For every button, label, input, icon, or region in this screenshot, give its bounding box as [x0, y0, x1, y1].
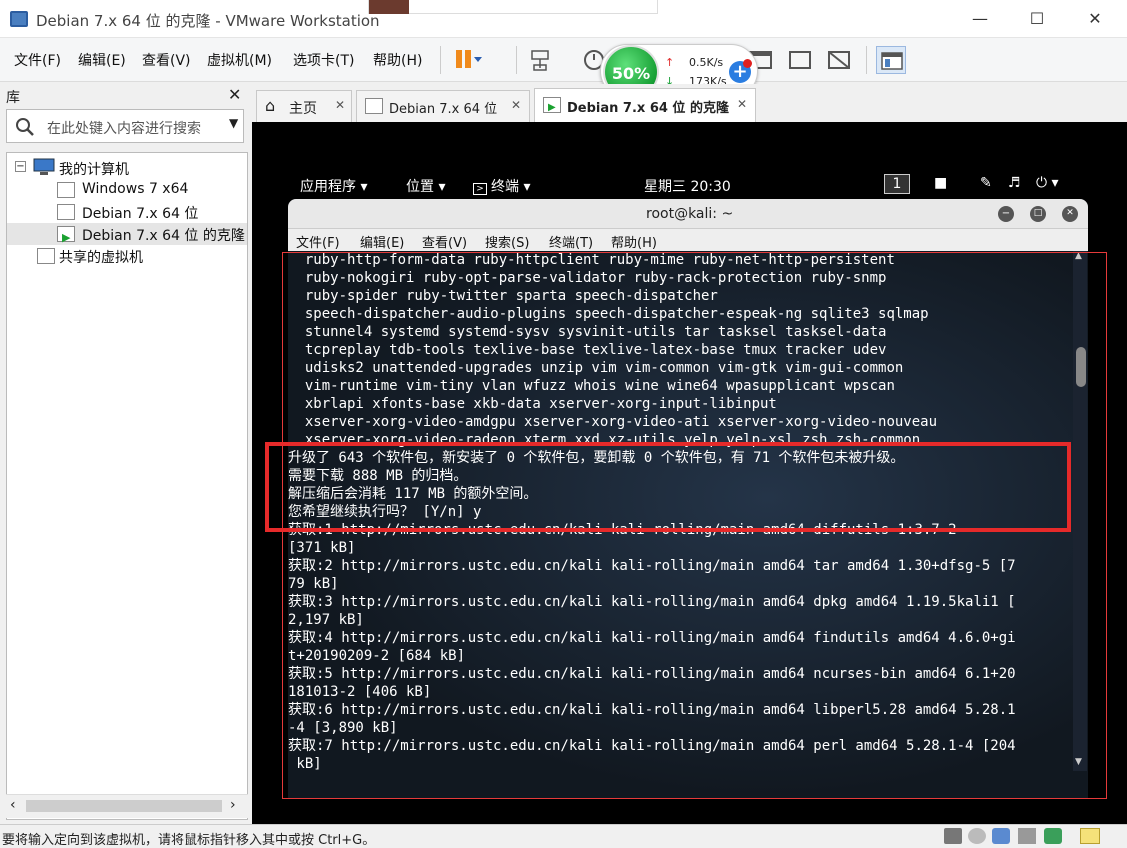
menu-view[interactable]: 查看(V) [142, 50, 191, 70]
tab-debian[interactable]: Debian 7.x 64 位 ✕ [356, 90, 530, 122]
scroll-left-icon[interactable]: ‹ [10, 797, 16, 813]
vm-icon [57, 204, 75, 220]
message-icon[interactable] [1080, 828, 1100, 844]
tree-item-debian[interactable]: Debian 7.x 64 位 [7, 201, 247, 223]
volume-icon[interactable]: ♬ [1008, 175, 1021, 191]
scroll-right-icon[interactable]: › [230, 797, 236, 813]
fullscreen-icon[interactable] [785, 46, 815, 74]
gnome-apps-menu[interactable]: 应用程序 ▾ [300, 176, 367, 196]
status-bar: 要将输入定向到该虚拟机，请将鼠标指针移入其中或按 Ctrl+G。 [0, 824, 1127, 848]
unity-icon[interactable] [824, 46, 854, 74]
tree-label: Debian 7.x 64 位 的克隆 [82, 228, 245, 244]
menu-bar: 文件(F) 编辑(E) 查看(V) 虚拟机(M) 选项卡(T) 帮助(H) [0, 38, 1127, 82]
terminal-minimize-icon[interactable]: − [998, 206, 1014, 222]
gnome-clock[interactable]: 星期三 20:30 [644, 176, 731, 196]
alert-dot-icon [743, 59, 752, 68]
terminal-titlebar: root@kali: ~ − □ ✕ [288, 199, 1088, 229]
tab-close-icon[interactable]: ✕ [737, 97, 747, 111]
tree-label: 我的计算机 [59, 162, 129, 178]
menu-vm[interactable]: 虚拟机(M) [207, 50, 272, 70]
upload-arrow-icon: ↑ [665, 56, 675, 69]
maximize-icon[interactable]: ☐ [1025, 8, 1049, 30]
close-icon[interactable]: ✕ [1083, 8, 1107, 30]
tab-label: Debian 7.x 64 位 [389, 102, 498, 117]
annotation-box-highlight [265, 442, 1071, 532]
menu-file[interactable]: 文件(F) [14, 50, 61, 70]
vmware-app-icon [10, 11, 28, 27]
running-play-icon: ▶ [548, 102, 556, 113]
window-title: Debian 7.x 64 位 的克隆 - VMware Workstation [36, 12, 380, 30]
collapse-toggle-icon[interactable]: − [15, 161, 26, 172]
cdrom-icon[interactable] [968, 828, 986, 844]
terminal-menubar: 文件(F) 编辑(E) 查看(V) 搜索(S) 终端(T) 帮助(H) [288, 229, 1088, 251]
printer-icon[interactable] [1018, 828, 1036, 844]
search-icon [16, 118, 34, 136]
term-menu-edit[interactable]: 编辑(E) [360, 232, 404, 251]
search-placeholder: 在此处键入内容进行搜索 [47, 121, 201, 137]
tab-close-icon[interactable]: ✕ [511, 98, 521, 112]
pause-icon[interactable] [452, 46, 482, 74]
workspace-indicator[interactable]: 1 [884, 174, 910, 194]
menu-edit[interactable]: 编辑(E) [78, 50, 126, 70]
running-play-icon: ▶ [62, 231, 71, 244]
tree-horizontal-scrollbar[interactable]: ‹ › [6, 794, 248, 818]
power-icon[interactable]: ⏻ ▾ [1036, 175, 1059, 191]
menu-tabs[interactable]: 选项卡(T) [293, 50, 354, 70]
tree-label: 共享的虚拟机 [59, 250, 143, 266]
tab-bar: ⌂ 主页 ✕ Debian 7.x 64 位 ✕ ▶ Debian 7.x 64… [252, 84, 1127, 122]
terminal-title: root@kali: ~ [646, 206, 734, 222]
title-bar: Debian 7.x 64 位 的克隆 - VMware Workstation… [0, 0, 1127, 38]
network-icon[interactable] [526, 46, 556, 74]
menu-help[interactable]: 帮助(H) [373, 50, 422, 70]
term-menu-view[interactable]: 查看(V) [422, 232, 467, 251]
term-menu-terminal[interactable]: 终端(T) [549, 232, 593, 251]
tab-label: 主页 [289, 101, 317, 117]
term-menu-search[interactable]: 搜索(S) [485, 232, 529, 251]
pen-icon[interactable]: ✎ [980, 175, 992, 191]
tree-item-windows7[interactable]: Windows 7 x64 [7, 179, 247, 201]
library-header: 库 ✕ [0, 83, 250, 109]
terminal-close-icon[interactable]: ✕ [1062, 206, 1078, 222]
library-close-icon[interactable]: ✕ [228, 85, 241, 104]
tree-label: Debian 7.x 64 位 [82, 206, 199, 222]
tree-item-shared[interactable]: 共享的虚拟机 [7, 245, 247, 267]
tree-label: Windows 7 x64 [82, 181, 189, 197]
gnome-top-bar: 应用程序 ▾ 位置 ▾ > 终端 ▾ 星期三 20:30 1 ■ ✎ ♬ ⏻ ▾ [252, 172, 1127, 198]
taskbar-thumbnail [368, 0, 658, 14]
tree-item-debian-clone[interactable]: ▶ Debian 7.x 64 位 的克隆 [7, 223, 247, 245]
video-icon[interactable]: ■ [934, 175, 947, 191]
home-icon: ⌂ [265, 96, 276, 115]
tab-label: Debian 7.x 64 位 的克隆 [567, 101, 729, 116]
terminal-icon: > [473, 183, 487, 195]
vm-tree: − 我的计算机 Windows 7 x64 Debian 7.x 64 位 ▶ … [6, 152, 248, 820]
tab-close-icon[interactable]: ✕ [335, 98, 345, 112]
tab-debian-clone[interactable]: ▶ Debian 7.x 64 位 的克隆 ✕ [534, 88, 756, 122]
term-menu-file[interactable]: 文件(F) [296, 232, 340, 251]
library-title: 库 [6, 90, 20, 106]
tab-home[interactable]: ⌂ 主页 ✕ [256, 90, 352, 122]
shared-vm-icon [37, 248, 55, 264]
upload-speed: 0.5K/s [689, 56, 724, 69]
gnome-apps-label: 应用程序 [300, 179, 356, 195]
search-dropdown-icon[interactable]: ▼ [229, 116, 238, 130]
tree-item-my-computer[interactable]: − 我的计算机 [7, 157, 247, 179]
sound-icon[interactable] [1044, 828, 1062, 844]
term-menu-help[interactable]: 帮助(H) [611, 232, 657, 251]
vm-icon [57, 182, 75, 198]
minimize-icon[interactable]: — [968, 8, 992, 30]
status-text: 要将输入定向到该虚拟机，请将鼠标指针移入其中或按 Ctrl+G。 [2, 833, 376, 848]
scroll-thumb[interactable] [26, 800, 222, 812]
hdd-icon[interactable] [944, 828, 962, 844]
network-adapter-icon[interactable] [992, 828, 1010, 844]
library-view-icon[interactable] [876, 46, 906, 74]
gnome-terminal-label: 终端 [491, 179, 519, 195]
computer-icon [33, 158, 55, 175]
terminal-maximize-icon[interactable]: □ [1030, 206, 1046, 222]
library-search[interactable]: 在此处键入内容进行搜索 ▼ [6, 109, 244, 143]
vm-icon [365, 98, 383, 114]
gnome-terminal-menu[interactable]: > 终端 ▾ [473, 176, 530, 196]
gnome-places-label: 位置 [406, 179, 434, 195]
gnome-places-menu[interactable]: 位置 ▾ [406, 176, 445, 196]
